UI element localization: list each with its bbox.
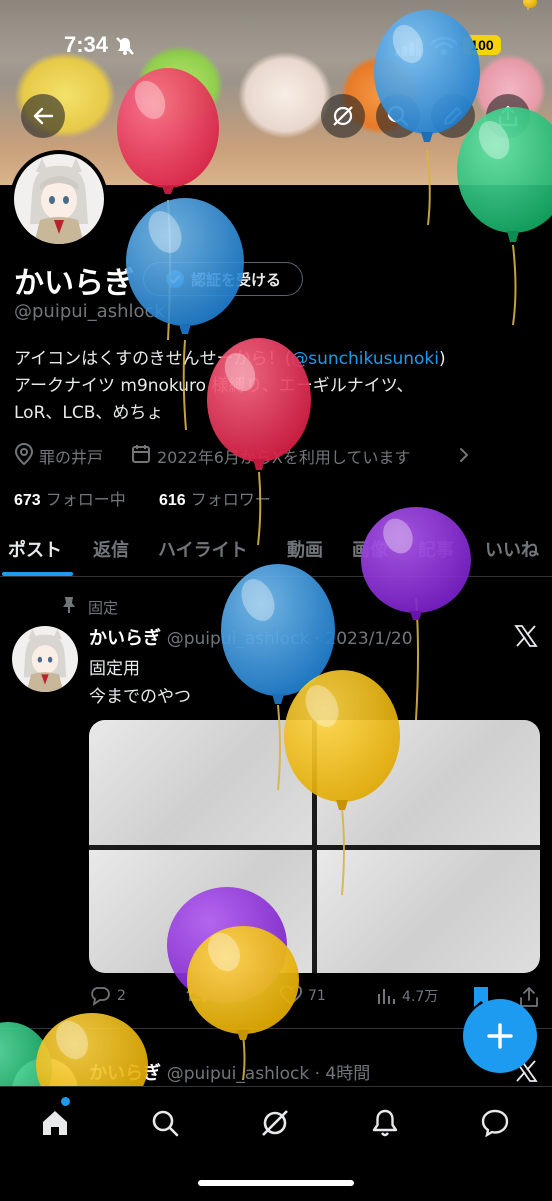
tab-articles[interactable]: 記事 (418, 536, 454, 562)
post-header: かいらぎ @puipui_ashlock · 4時間 (89, 1059, 370, 1085)
post-author-name[interactable]: かいらぎ (89, 1063, 161, 1083)
wifi-icon (431, 36, 457, 55)
bio-text: アークナイツ m9nokuro 様縛り、エーギルナイツ、 (14, 376, 414, 396)
views-chart-icon (378, 989, 395, 1004)
media-image[interactable] (317, 720, 540, 845)
post-author-avatar[interactable] (12, 626, 78, 692)
followers-stat[interactable]: 616 フォロワー (159, 486, 271, 510)
bell-icon (372, 1109, 398, 1137)
profile-bio: アイコンはくすのきせんせーから！(@sunchikusunoki) アークナイツ… (14, 346, 544, 427)
home-indicator[interactable] (198, 1180, 354, 1186)
reply-count: 2 (117, 988, 126, 1004)
nav-grok[interactable] (255, 1103, 295, 1143)
calendar-icon (132, 445, 150, 463)
like-count: 71 (308, 988, 326, 1004)
nav-search[interactable] (145, 1103, 185, 1143)
battery-indicator: 100 (463, 35, 501, 55)
plus-icon (487, 1023, 513, 1049)
following-stat[interactable]: 673 フォロー中 (14, 486, 126, 510)
nav-notifications[interactable] (365, 1103, 405, 1143)
reply-icon (91, 987, 110, 1006)
share-icon (498, 105, 518, 127)
bio-text: LoR、LCB、めちょ (14, 403, 164, 423)
profile-joined-date[interactable]: 2022年6月からXを利用しています (157, 444, 410, 468)
views-action[interactable]: 4.7万 (376, 986, 438, 1006)
message-icon (481, 1109, 509, 1138)
nav-home[interactable] (35, 1103, 75, 1143)
silent-mode-icon (116, 37, 134, 55)
media-image[interactable] (89, 850, 312, 973)
divider (0, 576, 552, 577)
location-pin-icon (14, 443, 34, 465)
status-time: 7:34 (64, 32, 109, 57)
post-author-name[interactable]: かいらぎ (89, 628, 161, 648)
like-action[interactable]: 71 (280, 986, 326, 1006)
heart-icon (280, 986, 302, 1006)
display-name: かいらぎ (14, 267, 134, 300)
post-handle-time: @puipui_ashlock · 4時間 (166, 1064, 371, 1084)
bio-mention-link[interactable]: @sunchikusunoki (291, 349, 439, 369)
get-verified-label: 認証を受ける (190, 270, 281, 289)
compose-post-button[interactable] (463, 999, 537, 1073)
profile-tabs: ポスト 返信 ハイライト 動画 画像 記事 いいね (0, 530, 552, 576)
media-image[interactable] (317, 850, 540, 973)
post-handle-date: @puipui_ashlock · 2023/1/20 (166, 629, 413, 649)
tab-images[interactable]: 画像 (352, 536, 388, 562)
following-count: 673 (14, 492, 41, 509)
post-header: かいらぎ @puipui_ashlock · 2023/1/20 (89, 624, 413, 650)
repost-action[interactable] (185, 986, 209, 1006)
back-arrow-icon (33, 107, 54, 125)
pin-icon (63, 597, 75, 613)
tab-likes[interactable]: いいね (485, 536, 539, 562)
following-label: フォロー中 (45, 490, 126, 509)
post-media-grid[interactable] (89, 720, 540, 973)
avatar-image (14, 154, 104, 244)
tab-highlights[interactable]: ハイライト (158, 536, 248, 562)
share-post-icon[interactable] (518, 986, 540, 1008)
media-image[interactable] (89, 720, 312, 845)
bio-text: アイコンはくすのきせんせーから！( (14, 349, 292, 369)
search-button[interactable] (376, 94, 420, 138)
post-text: 固定用 今までのやつ (89, 655, 191, 711)
share-button[interactable] (486, 94, 530, 138)
followers-label: フォロワー (190, 490, 271, 509)
profile-handle: @puipui_ashlock (14, 301, 165, 322)
search-icon (152, 1110, 179, 1137)
tab-replies[interactable]: 返信 (93, 536, 129, 562)
grok-icon (333, 106, 353, 126)
verified-badge-icon (165, 270, 184, 288)
edit-button[interactable] (431, 94, 475, 138)
home-icon (43, 1111, 67, 1135)
get-verified-button[interactable]: 認証を受ける (143, 262, 303, 296)
cellular-signal-icon (395, 38, 421, 56)
chevron-right-icon (460, 448, 469, 462)
grok-icon (262, 1110, 288, 1136)
post-text-line: 今までのやつ (89, 687, 191, 707)
repost-icon (186, 988, 208, 1004)
view-count: 4.7万 (402, 989, 439, 1005)
back-button[interactable] (21, 94, 65, 138)
profile-location: 罪の井戸 (39, 448, 104, 467)
search-icon (387, 105, 409, 127)
x-logo-icon[interactable] (514, 625, 538, 647)
profile-avatar[interactable] (10, 150, 108, 248)
bio-text: ) (439, 349, 446, 369)
post-text-line: 固定用 (89, 659, 140, 679)
pinned-label: 固定 (88, 599, 119, 617)
notification-dot (61, 1097, 70, 1106)
grok-button[interactable] (321, 94, 365, 138)
pencil-icon (444, 107, 462, 125)
reply-action[interactable]: 2 (89, 986, 126, 1006)
tab-videos[interactable]: 動画 (287, 536, 323, 562)
nav-messages[interactable] (475, 1103, 515, 1143)
tab-posts[interactable]: ポスト (8, 536, 62, 562)
followers-count: 616 (159, 492, 186, 509)
